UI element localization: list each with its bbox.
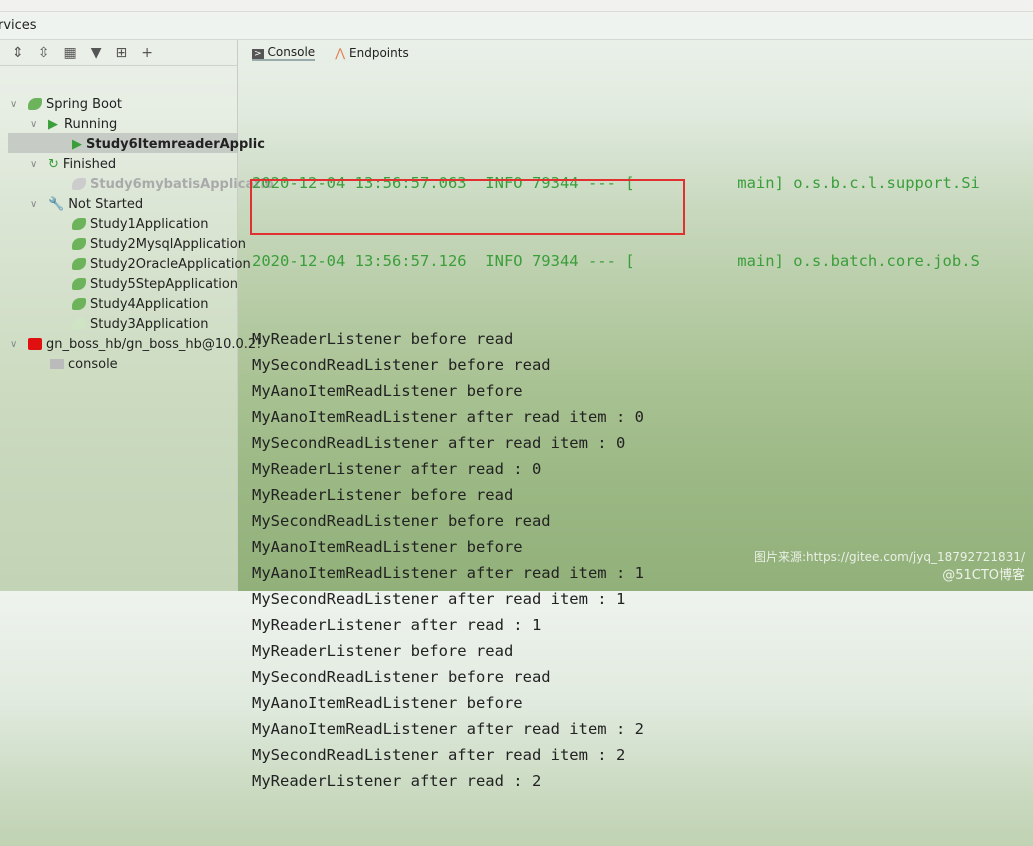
run-icon: ▶ <box>72 136 82 152</box>
console-line: MyReaderListener after read : 0 <box>252 460 542 478</box>
run-icon: ▶ <box>48 116 58 132</box>
console-line: MyAanoItemReadListener before <box>252 694 523 712</box>
services-toolbar: ⇕ ⇳ ▦ ▼ ⊞ + <box>0 40 237 66</box>
tree-node-running-app[interactable]: ▶ Study6ItemreaderApplic <box>72 134 265 154</box>
chevron-down-icon[interactable]: ∨ <box>30 159 42 170</box>
oracle-icon <box>28 338 42 350</box>
top-tab-strip <box>0 0 1033 12</box>
spring-boot-icon <box>72 258 86 270</box>
console-line: MyReaderListener before read <box>252 330 514 348</box>
tree-node-app[interactable]: Study2MysqlApplication <box>72 234 246 254</box>
console-icon: > <box>252 49 264 59</box>
spring-boot-icon <box>72 178 86 190</box>
filter-icon[interactable]: ▼ <box>91 45 102 61</box>
tree-node-not-started[interactable]: ∨ 🔧 Not Started <box>30 194 143 214</box>
tree-node-running[interactable]: ∨ ▶ Running <box>30 114 117 134</box>
spring-boot-icon <box>72 298 86 310</box>
console-line: MyReaderListener before read <box>252 642 514 660</box>
rerun-icon: ↻ <box>48 156 59 172</box>
spring-boot-icon <box>28 98 42 110</box>
spring-boot-icon <box>72 278 86 290</box>
spring-boot-icon <box>72 238 86 250</box>
tab-endpoints[interactable]: ⋀ Endpoints <box>335 46 409 60</box>
console-icon <box>50 359 64 369</box>
console-line: MyReaderListener before read <box>252 486 514 504</box>
tab-bar: > Console ⋀ Endpoints <box>238 40 1033 66</box>
console-line: MySecondReadListener before read <box>252 668 551 686</box>
tab-console[interactable]: > Console <box>252 45 316 61</box>
tree-node-app[interactable]: Study2OracleApplication <box>72 254 251 274</box>
chevron-down-icon[interactable]: ∨ <box>10 99 22 110</box>
endpoints-icon: ⋀ <box>335 46 346 60</box>
tree-node-database[interactable]: ∨ gn_boss_hb/gn_boss_hb@10.0.2! <box>10 334 261 354</box>
console-line: MyAanoItemReadListener after read item :… <box>252 408 644 426</box>
tree-node-app[interactable]: Study4Application <box>72 294 208 314</box>
tree-node-spring-boot[interactable]: ∨ Spring Boot <box>10 94 122 114</box>
console-line: MyAanoItemReadListener after read item :… <box>252 720 644 738</box>
spring-boot-icon <box>72 318 86 330</box>
chevron-down-icon[interactable]: ∨ <box>30 119 42 130</box>
tree-node-db-console[interactable]: console <box>50 354 118 374</box>
watermark-brand: @51CTO博客 <box>942 568 1025 583</box>
tree-node-app[interactable]: Study3Application <box>72 314 208 334</box>
log-line-cut <box>252 108 980 118</box>
chevron-down-icon[interactable]: ∨ <box>30 199 42 210</box>
tree-node-app[interactable]: Study1Application <box>72 214 208 234</box>
console-line: MyAanoItemReadListener before <box>252 382 523 400</box>
panel-title: rvices <box>0 18 37 33</box>
tree-node-app[interactable]: Study5StepApplication <box>72 274 238 294</box>
tree-node-finished[interactable]: ∨ ↻ Finished <box>30 154 116 174</box>
collapse-all-icon[interactable]: ⇳ <box>38 45 50 61</box>
console-line: MyReaderListener after read : 2 <box>252 772 542 790</box>
console-line: MySecondReadListener after read item : 2 <box>252 746 626 764</box>
chevron-down-icon[interactable]: ∨ <box>10 339 22 350</box>
add-service-icon[interactable]: ⊞ <box>115 45 127 61</box>
console-panel: > Console ⋀ Endpoints 2020-12-04 13:56:57.… <box>238 40 1033 790</box>
console-line: MySecondReadListener before read <box>252 512 551 530</box>
log-line: 2020-12-04 13:56:57.126 INFO 79344 --- [… <box>252 252 980 270</box>
console-line: MySecondReadListener after read item : 1 <box>252 590 626 608</box>
group-icon[interactable]: ▦ <box>63 45 76 61</box>
services-tree-panel: ⇕ ⇳ ▦ ▼ ⊞ + ∨ Spring Boot ∨ ▶ Running ▶ Stud… <box>0 40 274 591</box>
wrench-icon: 🔧 <box>48 196 65 212</box>
services-titlebar: rvices <box>0 12 1033 40</box>
console-line: MyReaderListener after read : 1 <box>252 616 542 634</box>
console-line: MySecondReadListener before read <box>252 356 551 374</box>
watermark-source: 图片来源:https://gitee.com/jyq_18792721831/ <box>753 550 1025 564</box>
highlight-box <box>250 179 685 235</box>
add-icon[interactable]: + <box>141 45 153 61</box>
console-line: MySecondReadListener after read item : 0 <box>252 434 626 452</box>
expand-all-icon[interactable]: ⇕ <box>12 45 24 61</box>
spring-boot-icon <box>72 218 86 230</box>
